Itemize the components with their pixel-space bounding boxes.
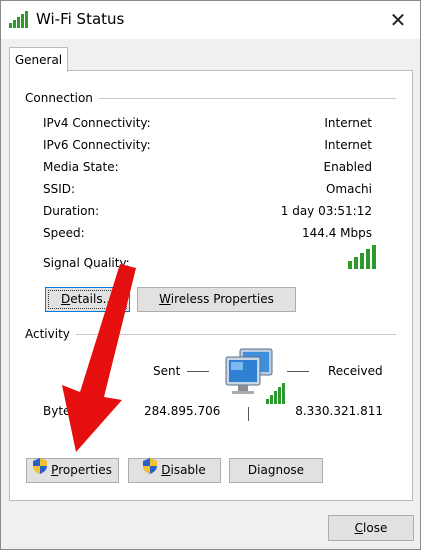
speed-value: 144.4 Mbps — [301, 226, 372, 240]
uac-shield-icon — [33, 457, 48, 482]
activity-divider — [72, 334, 396, 335]
ssid-value: Omachi — [325, 182, 372, 196]
activity-heading: Activity — [25, 327, 76, 341]
bytes-received-value: 8.330.321.811 — [295, 404, 383, 418]
received-line — [287, 371, 309, 372]
media-state-value: Enabled — [323, 160, 373, 174]
ipv6-label: IPv6 Connectivity: — [43, 138, 151, 152]
sent-label: Sent — [153, 364, 181, 378]
wireless-rest: ireless Properties — [170, 292, 274, 306]
properties-rest: roperties — [58, 463, 112, 477]
wireless-mnemonic: W — [159, 292, 171, 306]
ipv6-value: Internet — [324, 138, 372, 152]
media-state-label: Media State: — [43, 160, 119, 174]
ssid-label: SSID: — [43, 182, 76, 196]
network-computers-icon — [222, 347, 286, 408]
bytes-sent-value: 284.895.706 — [144, 404, 221, 418]
uac-shield-icon — [143, 457, 158, 482]
wifi-status-window: Wi-Fi Status ✕ General Connection IPv4 C… — [0, 0, 421, 550]
signal-quality-bars-icon — [348, 243, 378, 272]
ipv4-label: IPv4 Connectivity: — [43, 116, 151, 130]
disable-button[interactable]: Disable — [128, 457, 221, 483]
properties-button[interactable]: Properties — [26, 457, 119, 483]
duration-label: Duration: — [43, 204, 100, 218]
signal-quality-label: Signal Quality: — [43, 256, 130, 270]
tab-general-label: General — [14, 53, 63, 67]
window-title: Wi-Fi Status — [36, 10, 125, 28]
duration-value: 1 day 03:51:12 — [280, 204, 372, 218]
title-bar: Wi-Fi Status ✕ — [1, 1, 420, 39]
disable-rest: isable — [170, 463, 206, 477]
general-panel: Connection IPv4 Connectivity: Internet I… — [9, 70, 413, 501]
ipv4-value: Internet — [324, 116, 372, 130]
close-icon[interactable]: ✕ — [376, 1, 420, 39]
details-button[interactable]: Details... — [45, 287, 130, 312]
close-button[interactable]: Close — [328, 515, 414, 541]
close-rest: lose — [363, 521, 388, 535]
wifi-signal-icon — [9, 10, 30, 31]
speed-label: Speed: — [43, 226, 85, 240]
activity-center-divider — [248, 407, 249, 421]
tab-general[interactable]: General — [9, 47, 68, 72]
bytes-label: Bytes: — [43, 404, 81, 418]
wireless-properties-button[interactable]: Wireless Properties — [137, 287, 296, 312]
received-label: Received — [328, 364, 383, 378]
diagnose-button[interactable]: Diagnose — [229, 458, 323, 483]
connection-divider — [88, 98, 396, 99]
close-mnemonic: C — [354, 521, 364, 535]
sent-line — [187, 371, 209, 372]
connection-heading: Connection — [25, 91, 99, 105]
